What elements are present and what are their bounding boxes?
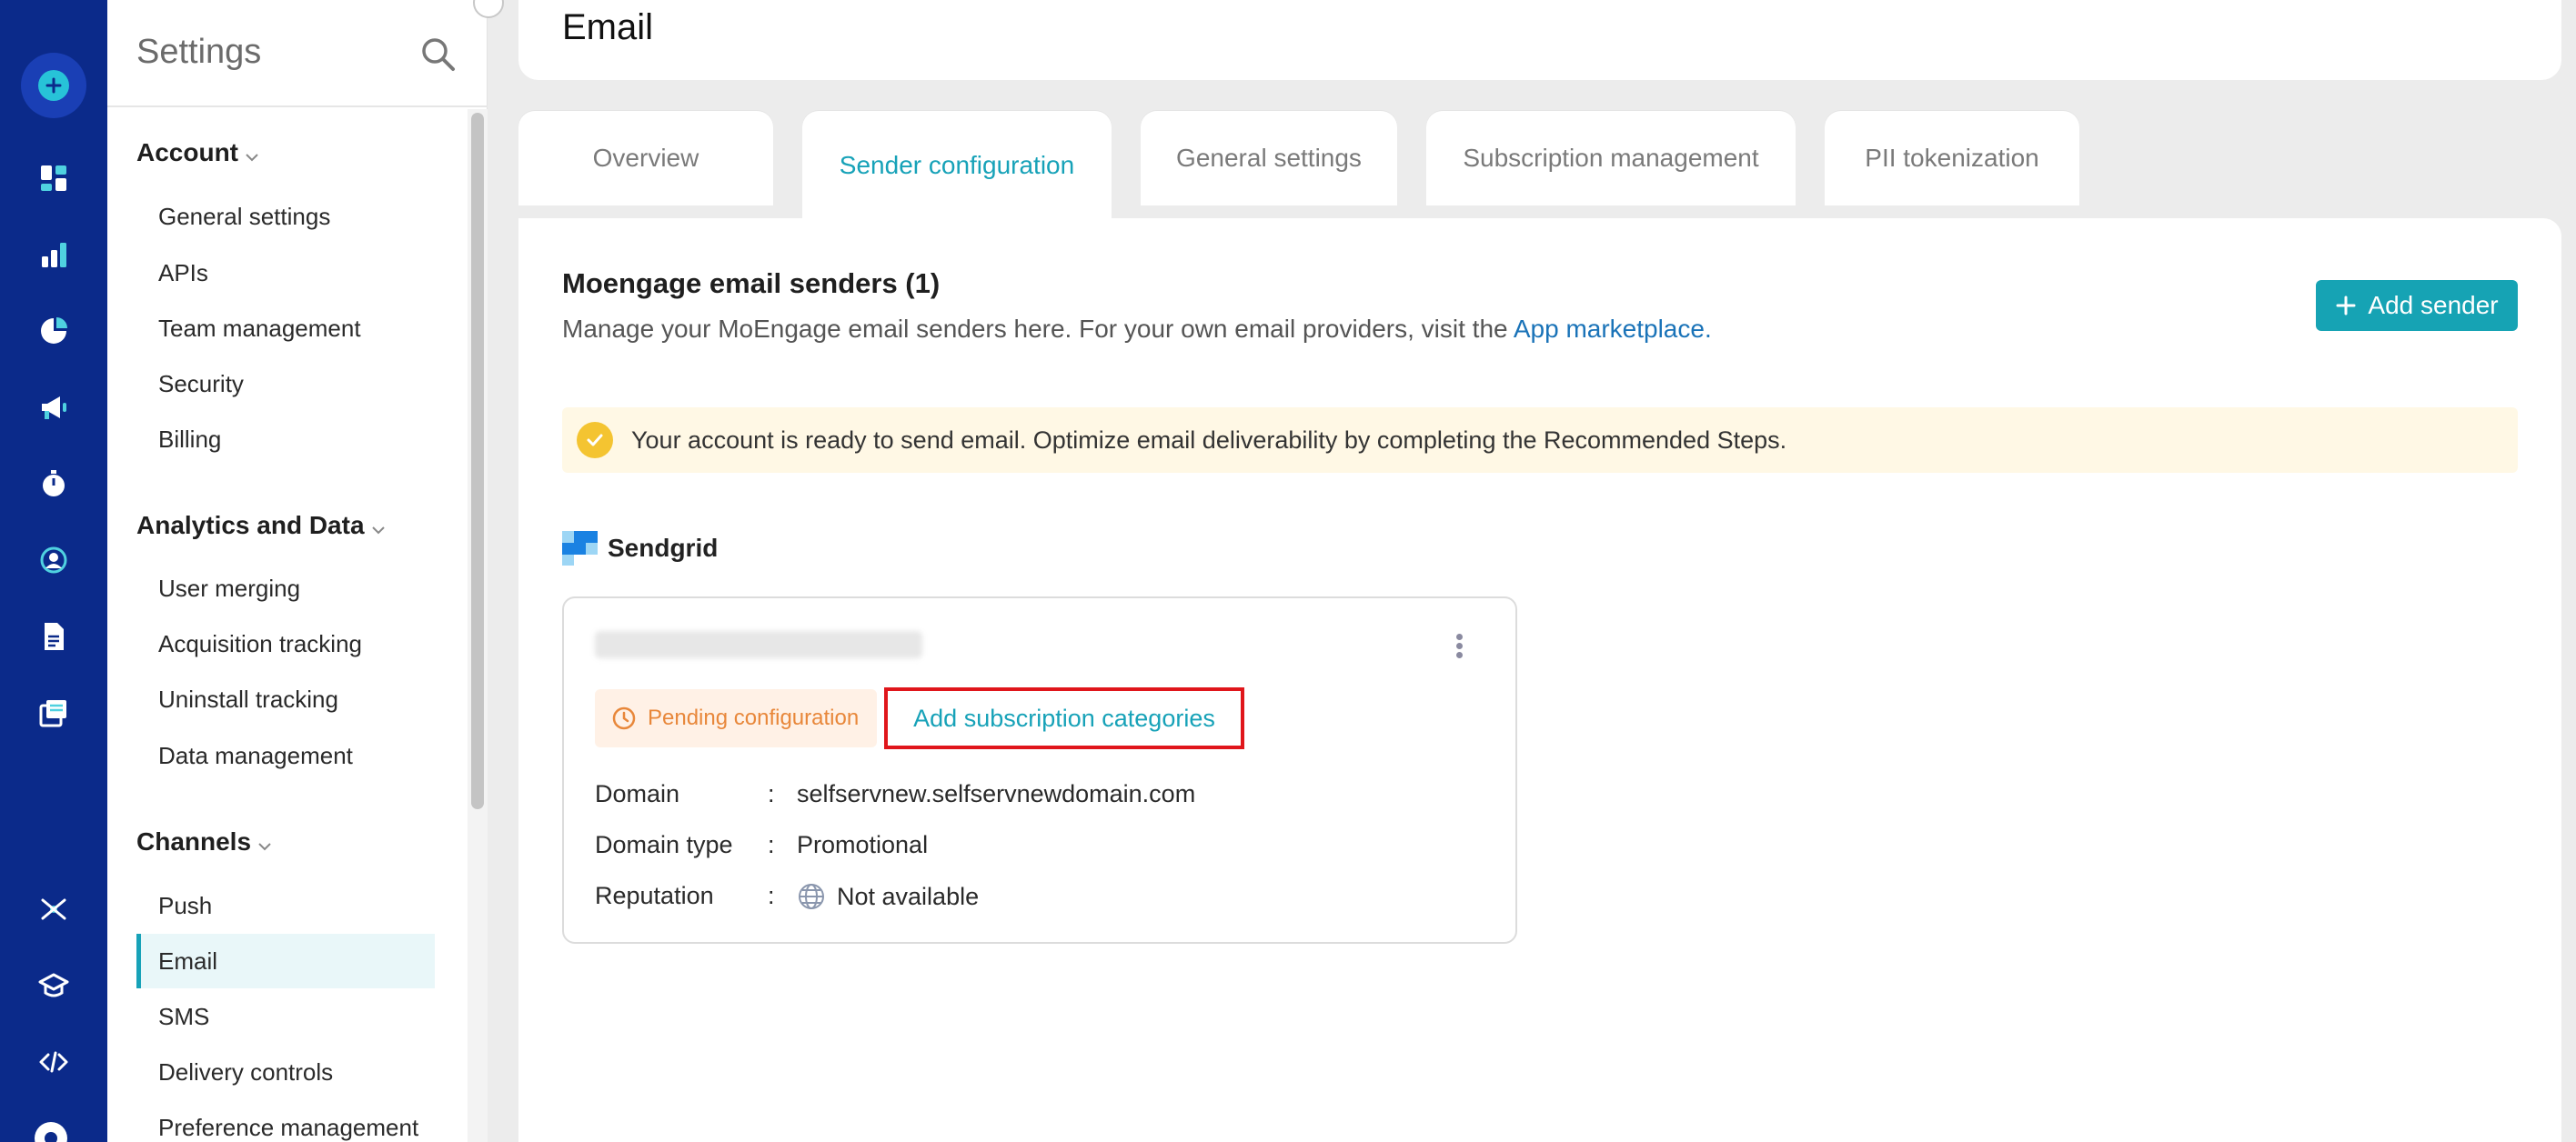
analytics-bar-icon[interactable] (0, 218, 107, 291)
group-label: Analytics and Data (136, 511, 365, 539)
tab-subscription-management[interactable]: Subscription management (1426, 111, 1796, 205)
redacted-sender-name (595, 631, 922, 658)
plus-icon (38, 70, 69, 101)
sidebar-item-general-settings[interactable]: General settings (136, 189, 435, 244)
section-description: Manage your MoEngage email senders here.… (562, 315, 1712, 343)
integrations-hub-icon[interactable] (0, 873, 107, 946)
academy-cap-icon[interactable] (0, 949, 107, 1022)
sidebar-item-delivery-controls[interactable]: Delivery controls (136, 1045, 435, 1099)
banner-text: Your account is ready to send email. Opt… (631, 426, 1787, 454)
settings-gear-icon[interactable] (29, 1117, 73, 1142)
sidebar-item-apis[interactable]: APIs (136, 245, 435, 300)
group-label: Account (136, 138, 238, 166)
app-marketplace-link[interactable]: App marketplace. (1514, 315, 1712, 343)
sidebar-item-email[interactable]: Email (136, 934, 435, 988)
group-label: Channels (136, 827, 252, 856)
sidebar-header: Settings (107, 0, 488, 107)
chevron-down-icon (246, 154, 258, 162)
status-badge: Pending configuration (595, 689, 878, 747)
tab-sender-configuration[interactable]: Sender configuration (802, 111, 1112, 220)
app-nav-rail (0, 0, 107, 1142)
sidebar-item-preference-management[interactable]: Preference management (136, 1100, 435, 1142)
add-sender-button[interactable]: Add sender (2316, 280, 2518, 331)
sendgrid-logo-icon (562, 531, 598, 566)
sidebar-item-data-management[interactable]: Data management (136, 728, 435, 783)
globe-icon (799, 884, 824, 909)
plus-icon (2336, 296, 2356, 316)
group-channels[interactable]: Channels (136, 827, 273, 856)
add-subscription-categories-link[interactable]: Add subscription categories (884, 687, 1244, 749)
section-title: Moengage email senders (1) (562, 267, 941, 299)
sidebar-title: Settings (136, 33, 262, 71)
sidebar-item-sms[interactable]: SMS (136, 989, 435, 1044)
sidebar-item-billing[interactable]: Billing (136, 412, 435, 466)
sender-card: Pending configuration Add subscription c… (562, 596, 1517, 944)
tab-overview[interactable]: Overview (518, 111, 773, 205)
tab-general-settings[interactable]: General settings (1141, 111, 1397, 205)
more-options-icon[interactable] (1452, 631, 1466, 664)
stopwatch-icon[interactable] (0, 447, 107, 520)
tab-pii-tokenization[interactable]: PII tokenization (1825, 111, 2079, 205)
sidebar-item-team-management[interactable]: Team management (136, 301, 435, 356)
field-reputation: Reputation : Not available (595, 882, 980, 910)
page-header-card (518, 0, 2561, 80)
sidebar-item-user-merging[interactable]: User merging (136, 561, 435, 616)
sidebar-scrollbar[interactable] (471, 113, 484, 809)
segments-pie-icon[interactable] (0, 295, 107, 367)
page-title: Email (562, 7, 654, 47)
ready-banner: Your account is ready to send email. Opt… (562, 407, 2518, 473)
provider-name: Sendgrid (608, 534, 719, 562)
document-icon[interactable] (0, 600, 107, 673)
sidebar-item-push[interactable]: Push (136, 878, 435, 933)
clock-icon (612, 706, 636, 730)
create-button[interactable] (21, 53, 86, 118)
check-circle-icon (577, 422, 613, 458)
search-icon[interactable] (418, 35, 458, 75)
reputation-value: Not available (837, 882, 980, 910)
chevron-down-icon (258, 843, 271, 851)
field-domain: Domain : selfservnew.selfservnewdomain.c… (595, 780, 1196, 807)
group-analytics-and-data[interactable]: Analytics and Data (136, 511, 387, 540)
chevron-down-icon (371, 526, 385, 535)
sidebar-item-acquisition-tracking[interactable]: Acquisition tracking (136, 616, 435, 671)
provider-heading: Sendgrid (562, 531, 718, 566)
field-domain-type: Domain type : Promotional (595, 831, 929, 858)
campaigns-megaphone-icon[interactable] (0, 371, 107, 444)
developer-code-icon[interactable] (0, 1026, 107, 1098)
dashboard-icon[interactable] (0, 142, 107, 215)
settings-sidebar: Settings Account General settings APIs T… (107, 0, 504, 1142)
group-account[interactable]: Account (136, 138, 260, 167)
user-target-icon[interactable] (0, 524, 107, 596)
content-library-icon[interactable] (0, 676, 107, 749)
sidebar-item-security[interactable]: Security (136, 356, 435, 411)
sidebar-item-uninstall-tracking[interactable]: Uninstall tracking (136, 672, 435, 726)
